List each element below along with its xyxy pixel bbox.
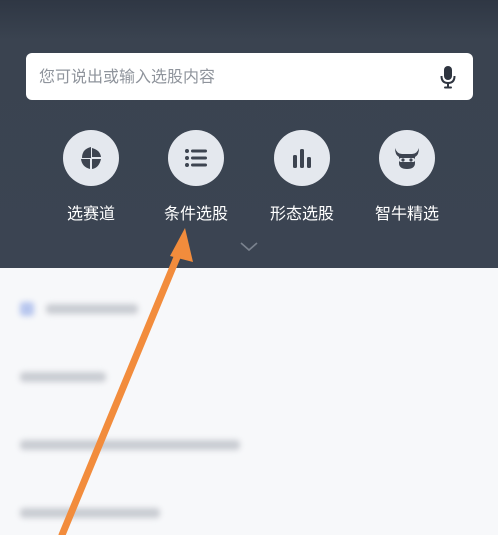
- voice-search-bar[interactable]: [26, 53, 473, 100]
- quick-action-label: 条件选股: [163, 204, 228, 223]
- stock-picker-header: 选赛道 条件选股: [0, 0, 498, 268]
- list-icon-circle: [168, 130, 224, 186]
- list-item: [20, 372, 106, 382]
- quick-action-track[interactable]: 选赛道: [46, 130, 136, 224]
- chevron-down-icon[interactable]: [240, 242, 258, 252]
- app-screen: 选赛道 条件选股: [0, 0, 498, 535]
- list-item: [20, 508, 160, 518]
- quick-action-bull-picks[interactable]: 智牛精选: [362, 130, 452, 224]
- track-icon: [81, 147, 101, 169]
- bar-chart-icon-circle: [274, 130, 330, 186]
- search-input[interactable]: [39, 67, 419, 86]
- bull-icon: [395, 148, 419, 169]
- blurred-result-list: [0, 268, 498, 535]
- track-icon-circle: [63, 130, 119, 186]
- quick-action-condition[interactable]: 条件选股: [151, 130, 241, 224]
- quick-action-label: 选赛道: [66, 204, 115, 223]
- bull-icon-circle: [379, 130, 435, 186]
- list-item: [20, 302, 138, 316]
- quick-action-pattern[interactable]: 形态选股: [257, 130, 347, 224]
- quick-action-label: 智牛精选: [374, 204, 439, 223]
- quick-action-label: 形态选股: [269, 204, 334, 223]
- list-icon: [185, 149, 207, 167]
- list-item: [20, 440, 240, 450]
- microphone-icon[interactable]: [440, 65, 456, 89]
- list-item-marker: [20, 302, 34, 316]
- bar-chart-icon: [293, 149, 311, 168]
